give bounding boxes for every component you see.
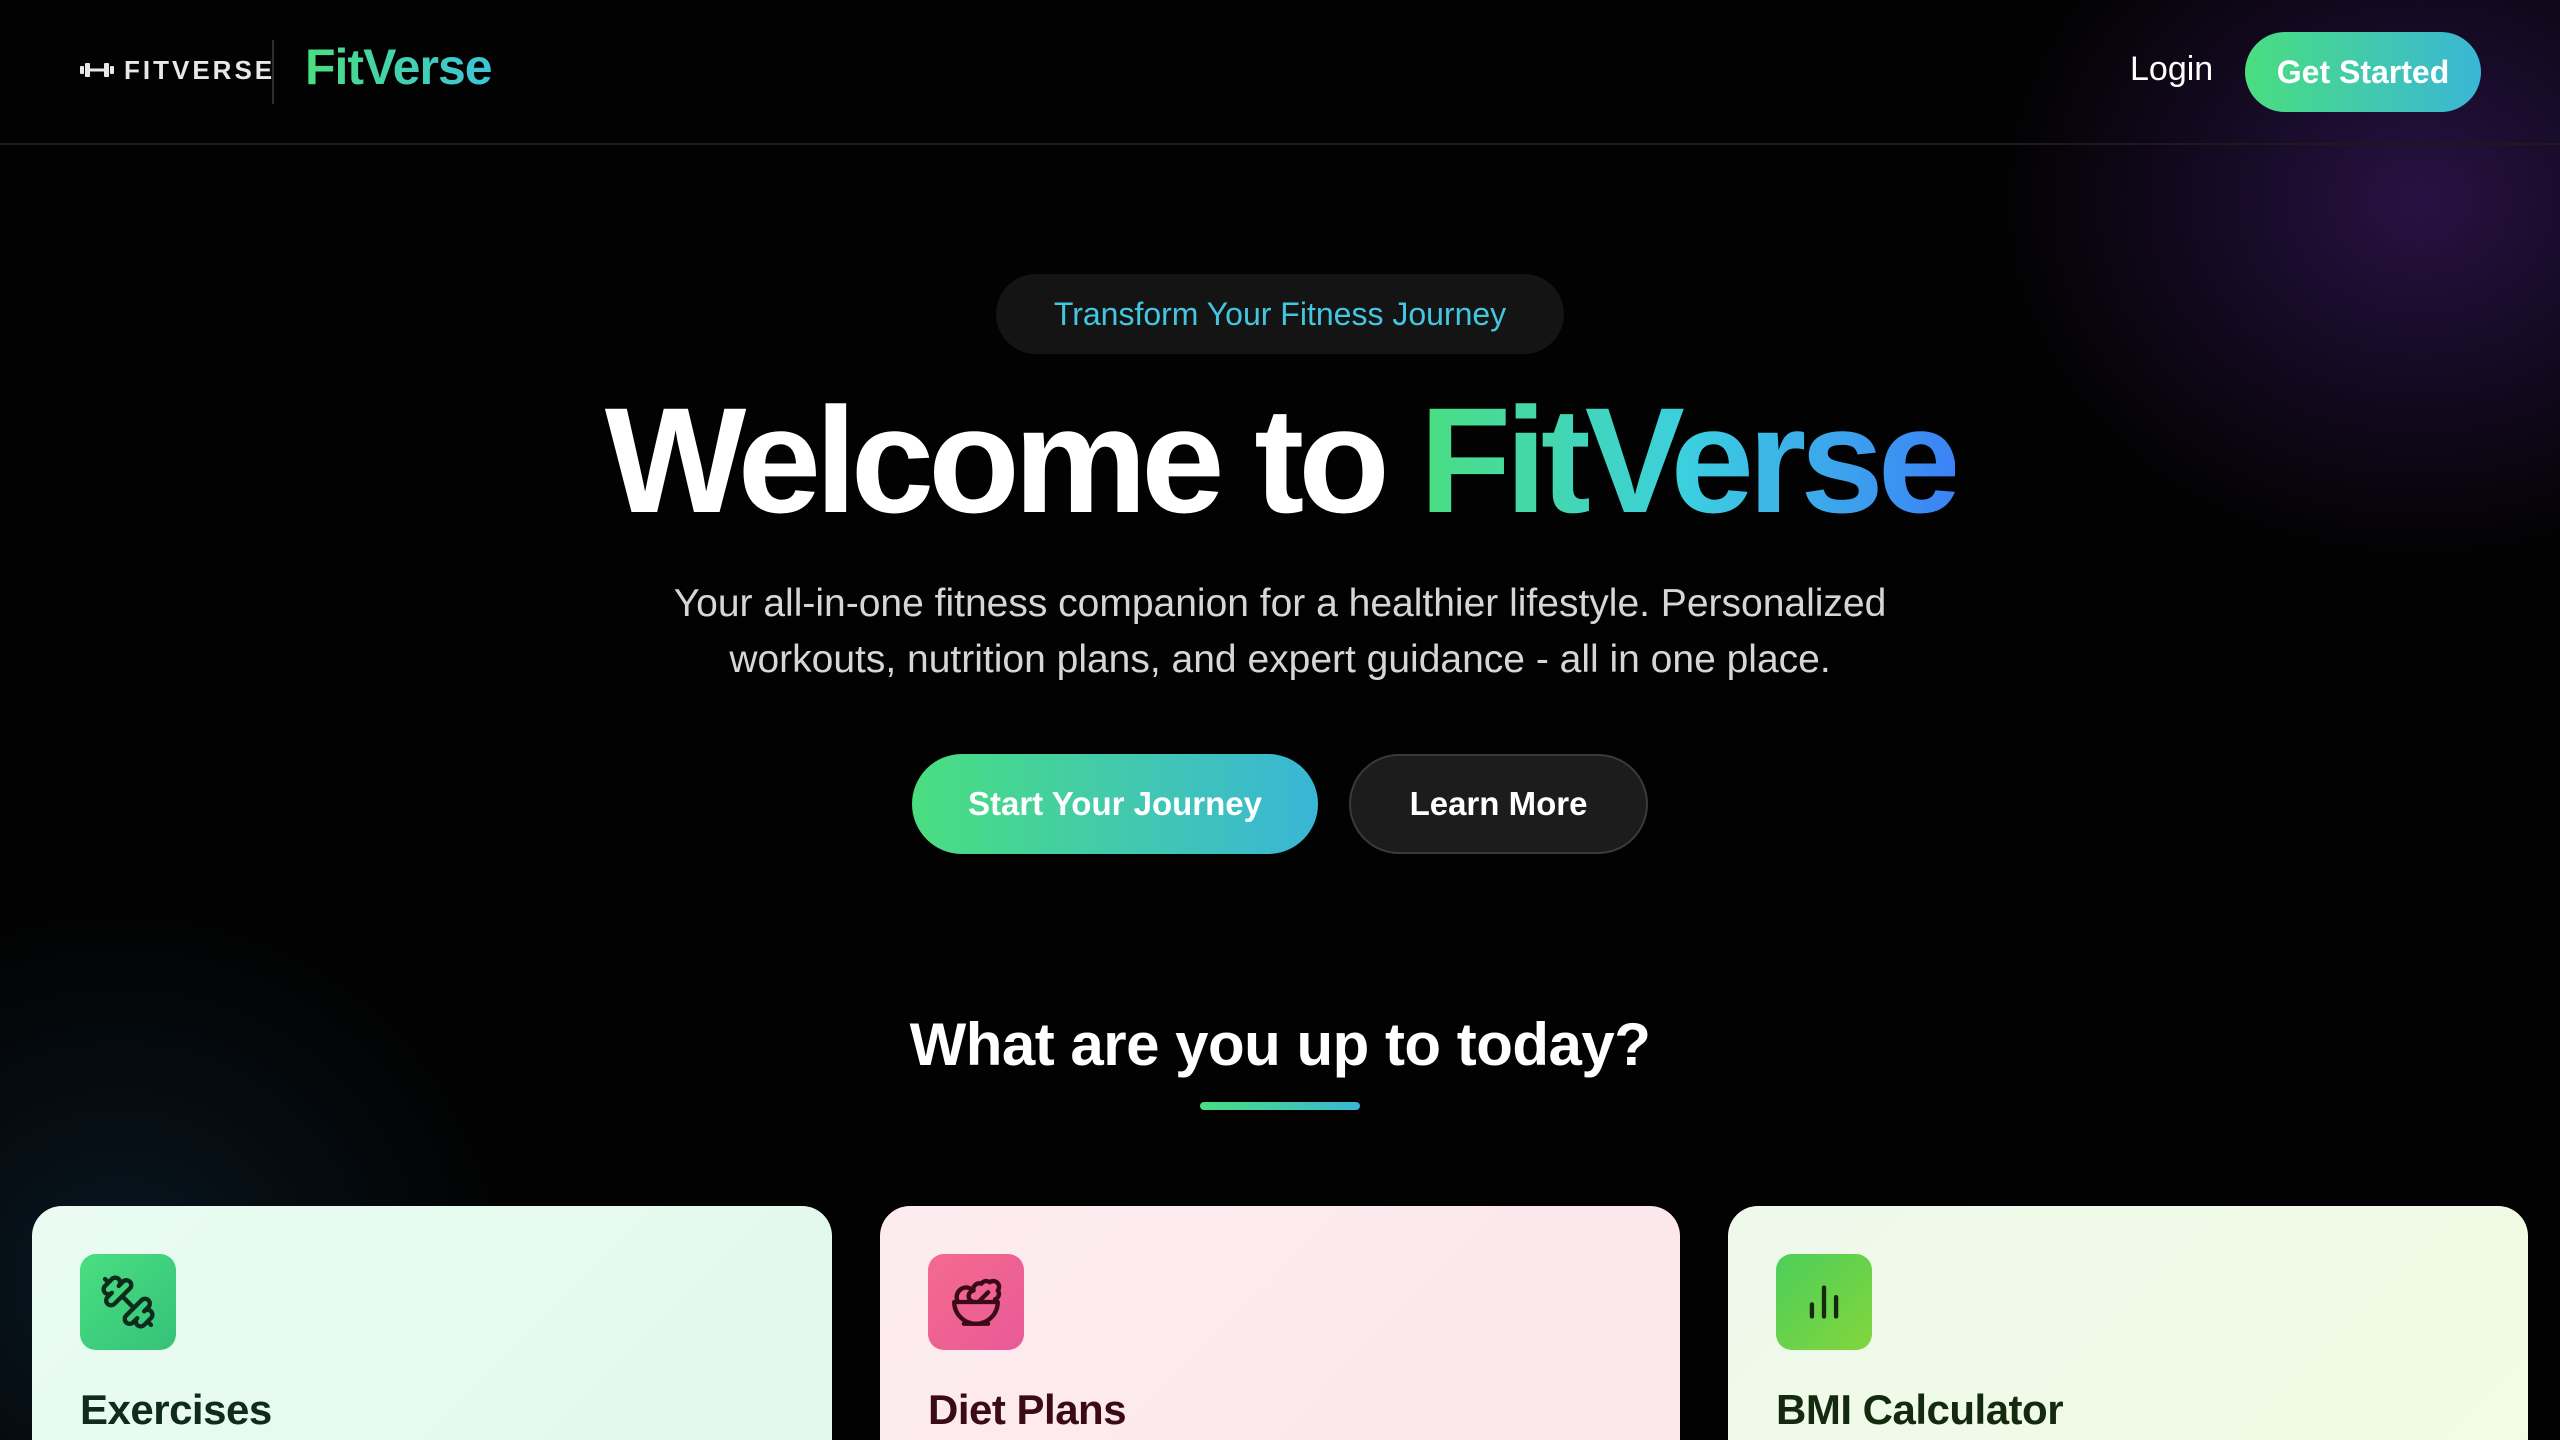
bar-chart-icon	[1809, 1285, 1839, 1319]
logo-text: FITVERSE	[124, 54, 276, 85]
logo[interactable]: FITVERSE	[80, 52, 275, 88]
card-diet-plans[interactable]: Diet Plans	[880, 1206, 1680, 1440]
dumbbell-icon	[101, 1275, 155, 1329]
card-bmi-calculator[interactable]: BMI Calculator	[1728, 1206, 2528, 1440]
hero-subtitle: Your all-in-one fitness companion for a …	[580, 576, 1980, 688]
landing-page: FITVERSE FitVerse Login Get Started Tran…	[0, 0, 2560, 1440]
learn-more-button[interactable]: Learn More	[1349, 754, 1648, 854]
logo-divider	[272, 40, 274, 104]
card-title-bmi: BMI Calculator	[1776, 1386, 2064, 1433]
card-icon-diet	[928, 1254, 1024, 1350]
hero-subtitle-line1: Your all-in-one fitness companion for a …	[673, 582, 1887, 625]
login-button[interactable]: Login	[2130, 50, 2213, 89]
dumbbell-logo-icon	[80, 63, 114, 77]
card-icon-exercises	[80, 1254, 176, 1350]
get-started-button[interactable]: Get Started	[2245, 32, 2481, 112]
card-title-diet: Diet Plans	[928, 1386, 1127, 1433]
hero-title-prefix: Welcome to	[604, 376, 1420, 544]
navbar: FITVERSE FitVerse Login Get Started	[0, 0, 2560, 145]
brand-name[interactable]: FitVerse	[305, 38, 493, 96]
section-underline	[1200, 1102, 1360, 1110]
hero-title: Welcome to FitVerse	[0, 370, 2560, 550]
section-heading: What are you up to today?	[909, 1011, 1651, 1078]
hero-subtitle-line2: workouts, nutrition plans, and expert gu…	[729, 638, 1831, 681]
hero-badge: Transform Your Fitness Journey	[996, 274, 1564, 354]
start-journey-button[interactable]: Start Your Journey	[912, 754, 1318, 854]
hero-title-accent: FitVerse	[1419, 376, 1962, 544]
card-icon-bmi	[1776, 1254, 1872, 1350]
card-exercises[interactable]: Exercises	[32, 1206, 832, 1440]
salad-bowl-icon	[952, 1278, 1002, 1326]
card-title-exercises: Exercises	[80, 1386, 272, 1433]
